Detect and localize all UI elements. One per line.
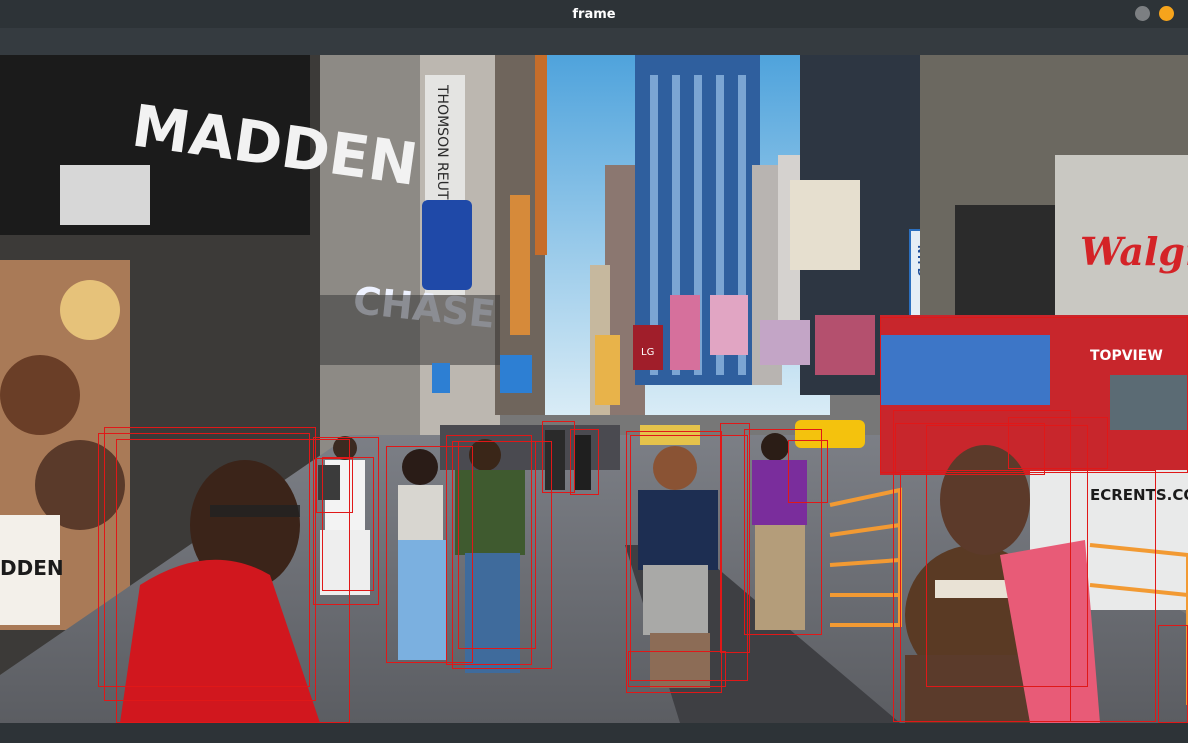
lg-sign: LG: [641, 347, 654, 358]
window-statusbar: [0, 723, 1188, 743]
poster-text: DDEN: [0, 556, 64, 580]
detection-box: [458, 441, 536, 649]
thomson-sign: THOMSON REUTE: [434, 84, 450, 208]
detection-box: [322, 457, 374, 591]
detection-box: [570, 429, 599, 495]
detection-box: [788, 440, 828, 503]
window-titlebar: frame: [0, 0, 1188, 28]
minimize-button[interactable]: [1135, 6, 1150, 21]
detection-box: [628, 651, 726, 687]
window-toolbar: [0, 28, 1188, 55]
detection-box: [720, 423, 750, 653]
close-button[interactable]: [1159, 6, 1174, 21]
walgreens-sign: Walgre: [1080, 229, 1188, 274]
window-title: frame: [572, 6, 616, 22]
video-frame: LG NYPD Walgre MADDEN DDEN THOMSON REUTE: [0, 55, 1188, 723]
detection-box: [1158, 625, 1188, 723]
detection-box: [1008, 417, 1108, 469]
